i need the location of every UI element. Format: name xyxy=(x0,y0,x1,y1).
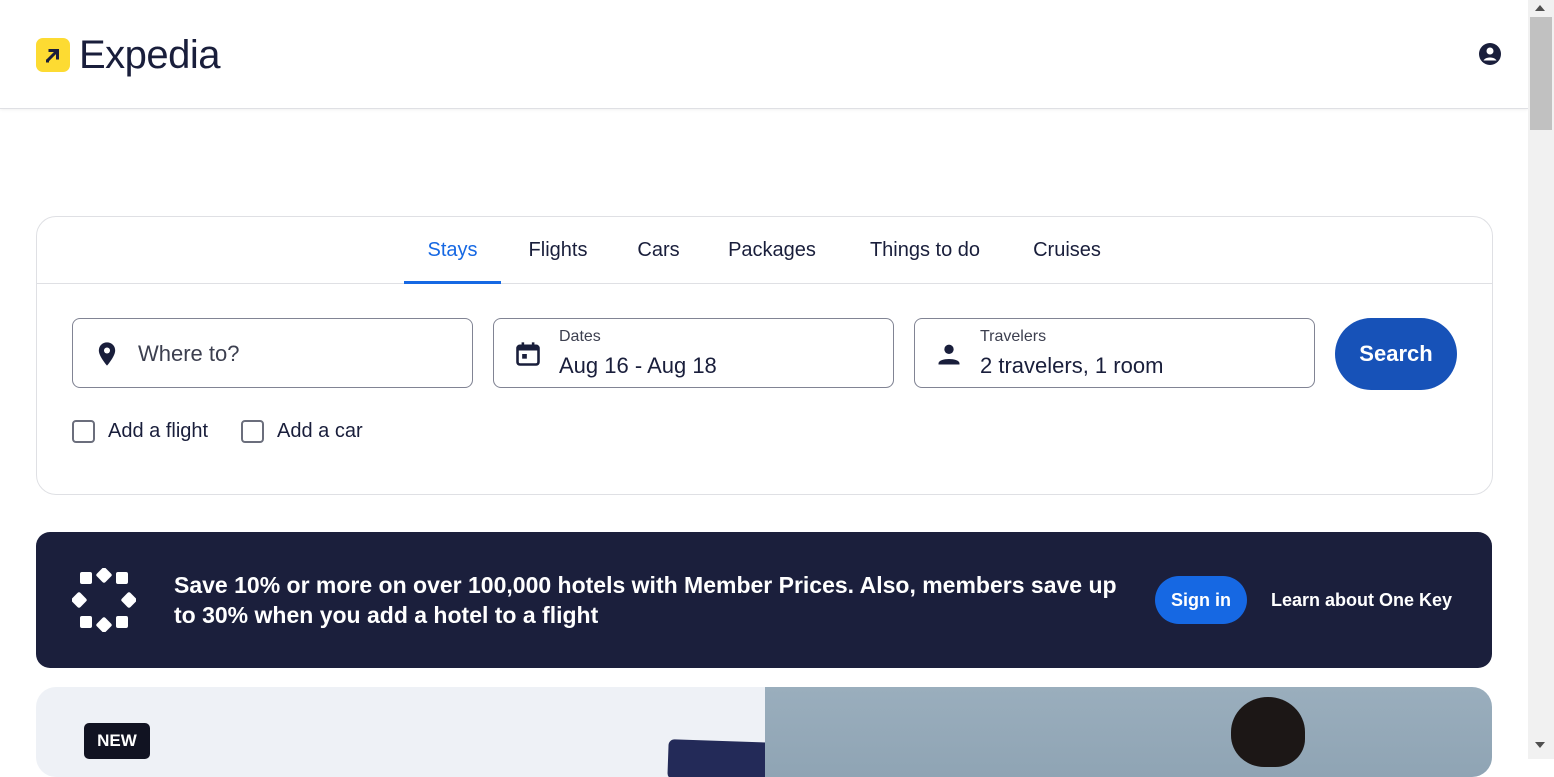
tab-stays[interactable]: Stays xyxy=(404,217,501,284)
logo-wordmark: Expedia xyxy=(79,33,221,77)
destination-placeholder: Where to? xyxy=(138,341,240,366)
person-icon xyxy=(938,344,960,365)
dates-value: Aug 16 - Aug 18 xyxy=(559,353,717,378)
promo-card[interactable]: NEW xyxy=(36,687,1492,777)
learn-about-one-key-link[interactable]: Learn about One Key xyxy=(1271,590,1452,611)
scroll-down-arrow-icon[interactable] xyxy=(1535,742,1545,748)
scrollbar-thumb[interactable] xyxy=(1530,17,1552,130)
location-pin-icon xyxy=(98,342,116,366)
sign-in-button[interactable]: Sign in xyxy=(1155,576,1247,624)
destination-field[interactable]: Where to? xyxy=(72,318,473,388)
search-button[interactable]: Search xyxy=(1335,318,1457,390)
one-key-icon xyxy=(72,568,136,632)
site-header: Expedia xyxy=(0,0,1528,109)
new-badge: NEW xyxy=(84,723,150,759)
search-form-card: Stays Flights Cars Packages Things to do… xyxy=(36,216,1493,495)
scroll-up-arrow-icon[interactable] xyxy=(1535,5,1545,11)
expedia-arrow-icon xyxy=(36,38,70,72)
add-flight-checkbox[interactable] xyxy=(72,420,95,443)
tab-cars[interactable]: Cars xyxy=(627,217,690,283)
page-scrollbar[interactable] xyxy=(1528,0,1554,759)
tab-flights[interactable]: Flights xyxy=(517,217,599,283)
member-prices-text: Save 10% or more on over 100,000 hotels … xyxy=(174,572,1117,628)
add-flight-checkbox-row[interactable]: Add a flight xyxy=(72,420,208,443)
account-circle-icon[interactable] xyxy=(1478,42,1502,66)
tab-cruises[interactable]: Cruises xyxy=(1022,217,1112,283)
travelers-label: Travelers xyxy=(980,328,1047,345)
add-car-checkbox[interactable] xyxy=(241,420,264,443)
travelers-field[interactable]: Travelers 2 travelers, 1 room xyxy=(914,318,1315,388)
person-silhouette xyxy=(1231,697,1305,767)
dates-label: Dates xyxy=(559,328,601,345)
promo-photo xyxy=(765,687,1492,777)
tab-things-to-do[interactable]: Things to do xyxy=(855,217,995,283)
tab-packages[interactable]: Packages xyxy=(717,217,827,283)
expedia-logo[interactable]: Expedia xyxy=(36,33,221,77)
add-flight-label: Add a flight xyxy=(108,420,209,442)
travelers-value: 2 travelers, 1 room xyxy=(980,353,1164,378)
add-car-label: Add a car xyxy=(277,420,363,442)
member-prices-banner: Save 10% or more on over 100,000 hotels … xyxy=(36,532,1492,668)
product-tabs: Stays Flights Cars Packages Things to do… xyxy=(37,217,1492,284)
add-car-checkbox-row[interactable]: Add a car xyxy=(241,420,363,443)
calendar-icon xyxy=(516,342,540,366)
dates-field[interactable]: Dates Aug 16 - Aug 18 xyxy=(493,318,894,388)
promo-graphic xyxy=(667,739,777,777)
